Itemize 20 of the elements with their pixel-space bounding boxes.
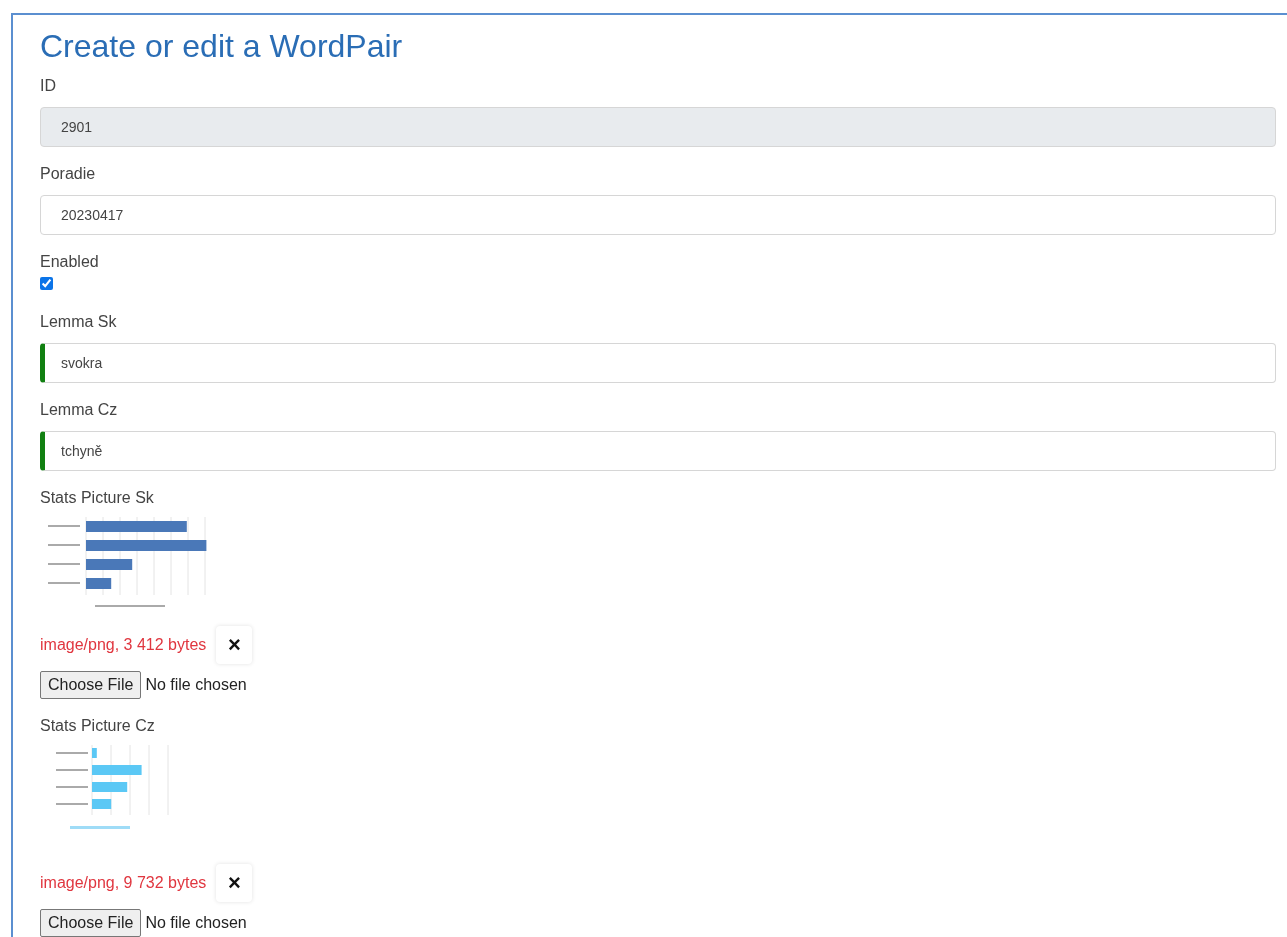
input-field[interactable]: svokra (40, 343, 1276, 383)
field-label: Stats Picture Sk (40, 488, 154, 508)
file-info: image/png, 9 732 bytes (40, 874, 207, 892)
file-info: image/png, 3 412 bytes (40, 636, 207, 654)
input-field[interactable]: tchyně (40, 431, 1276, 471)
enabled-checkbox[interactable] (40, 277, 53, 290)
field-label: Lemma Cz (40, 400, 118, 420)
field-label: Lemma Sk (40, 312, 117, 332)
choose-file-button[interactable]: Choose File (40, 671, 142, 699)
page-title: Create or edit a WordPair (40, 27, 404, 65)
choose-file-button[interactable]: Choose File (40, 909, 142, 937)
remove-button[interactable]: × (216, 626, 253, 664)
field-label: Enabled (40, 252, 99, 272)
file-status: No file chosen (145, 676, 247, 694)
field-label: ID (40, 76, 56, 96)
field-label: Poradie (40, 164, 96, 184)
remove-button[interactable]: × (216, 864, 253, 902)
field-label: Stats Picture Cz (40, 716, 155, 736)
input-field[interactable]: 20230417 (40, 195, 1276, 235)
file-status: No file chosen (145, 914, 247, 932)
